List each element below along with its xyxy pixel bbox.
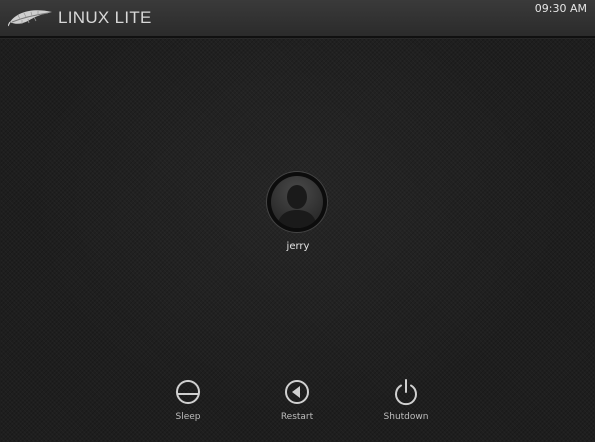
restart-button[interactable]: Restart [262, 378, 332, 428]
power-icon [395, 379, 417, 406]
user-tile-jerry[interactable]: jerry [262, 170, 334, 260]
sleep-label: Sleep [175, 412, 201, 422]
restart-label: Restart [280, 412, 314, 422]
shutdown-button[interactable]: Shutdown [371, 378, 441, 428]
user-silhouette-icon [277, 185, 317, 228]
login-screen: LINUX LITE 09:30 AM jerry Sleep Restart [0, 0, 595, 442]
feather-icon [8, 10, 52, 27]
avatar[interactable] [267, 172, 327, 232]
shutdown-label: Shutdown [383, 412, 429, 422]
top-bar: LINUX LITE 09:30 AM [0, 0, 595, 38]
distro-name: LINUX LITE [58, 8, 152, 27]
restart-icon [285, 380, 309, 404]
user-name: jerry [286, 241, 310, 252]
sleep-icon [176, 380, 200, 404]
distro-logo: LINUX LITE [8, 7, 152, 29]
clock[interactable]: 09:30 AM [535, 2, 587, 16]
sleep-button[interactable]: Sleep [153, 378, 223, 428]
